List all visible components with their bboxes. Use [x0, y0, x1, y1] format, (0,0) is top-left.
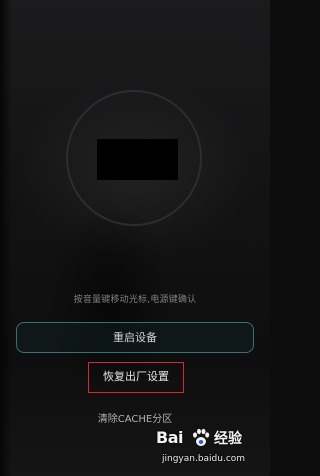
factory-reset-button[interactable]: 恢复出厂设置	[88, 362, 184, 393]
navigation-hint: 按音量键移动光标,电源键确认	[73, 295, 197, 305]
watermark-jingyan-text: 经验	[214, 431, 242, 447]
reboot-button[interactable]: 重启设备	[16, 322, 254, 353]
recovery-screen: 按音量键移动光标,电源键确认 重启设备 恢复出厂设置 清除CACHE分区 Bai…	[0, 0, 270, 476]
baidu-paw-icon	[193, 428, 210, 446]
frame-edge-shadow	[0, 0, 12, 476]
redacted-logo-block	[97, 139, 178, 180]
baidu-jingyan-watermark: Bai 经验 jingyan.baidu.com	[148, 427, 266, 471]
clear-cache-button[interactable]: 清除CACHE分区	[0, 410, 270, 425]
watermark-logo-text: Bai	[156, 428, 183, 447]
watermark-url: jingyan.baidu.com	[162, 454, 246, 464]
